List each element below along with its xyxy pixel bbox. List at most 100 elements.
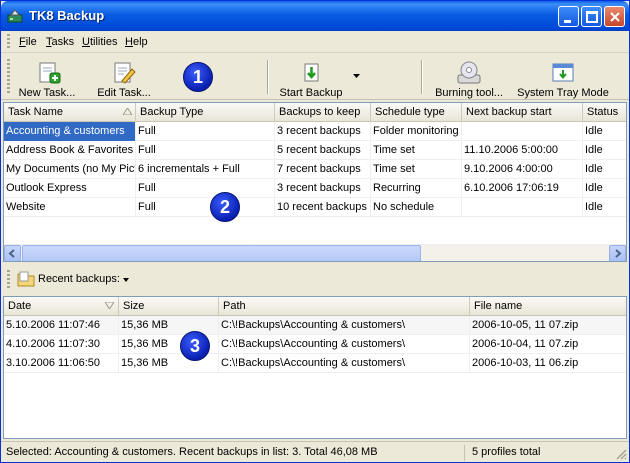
recent-bar-grip[interactable] [7, 270, 10, 290]
tasks-horizontal-scrollbar[interactable] [4, 244, 626, 261]
scroll-right-button[interactable] [609, 245, 626, 261]
menu-tasks[interactable]: Tasks [46, 36, 74, 48]
title-bar[interactable]: TK8 Backup [1, 1, 629, 31]
column-task-name[interactable]: Task Name [4, 103, 136, 122]
status-cell: Idle [583, 160, 626, 179]
chevron-down-icon [123, 278, 129, 282]
backup-type-cell: Full [136, 141, 275, 160]
start-backup-button[interactable]: Start Backup [275, 58, 347, 99]
callout-3: 3 [180, 331, 210, 361]
column-file-name[interactable]: File name [470, 297, 626, 316]
file-name-cell: 2006-10-04, 11 07.zip [470, 335, 626, 354]
folder-icon [17, 271, 35, 287]
system-tray-mode-label: System Tray Mode [517, 87, 609, 99]
task-row[interactable]: Outlook Express Full 3 recent backups Re… [4, 179, 626, 198]
task-name-cell: Accounting & customers [4, 122, 136, 141]
status-profiles-count: 5 profiles total [472, 446, 541, 458]
menu-utilities[interactable]: Utilities [82, 36, 117, 48]
recent-backup-row[interactable]: 5.10.2006 11:07:46 15,36 MB C:\!Backups\… [4, 316, 626, 335]
column-backups-to-keep[interactable]: Backups to keep [275, 103, 371, 122]
task-name-cell: Address Book & Favorites [4, 141, 136, 160]
toolbar-grip[interactable] [7, 59, 10, 95]
tasks-header: Task Name Backup Type Backups to keep Sc… [4, 103, 626, 122]
burning-tool-button[interactable]: Burning tool... [431, 58, 507, 99]
menu-file[interactable]: File [19, 36, 37, 48]
toolbar: New Task... Edit Task... 1 Start Backup [1, 54, 629, 100]
edit-task-icon [114, 62, 136, 84]
backup-type-cell: Full [136, 198, 275, 217]
column-size[interactable]: Size [119, 297, 219, 316]
path-cell: C:\!Backups\Accounting & customers\ [219, 354, 470, 373]
minimize-button[interactable] [558, 6, 579, 27]
status-cell: Idle [583, 141, 626, 160]
system-tray-mode-button[interactable]: System Tray Mode [517, 58, 609, 99]
task-name-cell: My Documents (no My Pictures) [4, 160, 136, 179]
menu-help[interactable]: Help [125, 36, 148, 48]
burning-tool-label: Burning tool... [435, 87, 503, 99]
recent-backups-bar: Recent backups: [1, 264, 629, 296]
start-backup-dropdown-arrow-icon[interactable] [353, 74, 360, 78]
sort-descending-icon [105, 302, 114, 309]
minimize-icon [564, 20, 571, 23]
column-schedule-type[interactable]: Schedule type [371, 103, 462, 122]
date-cell: 3.10.2006 11:06:50 [4, 354, 119, 373]
backups-to-keep-cell: 5 recent backups [275, 141, 371, 160]
task-row[interactable]: Address Book & Favorites Full 5 recent b… [4, 141, 626, 160]
next-backup-start-cell: 6.10.2006 17:06:19 [462, 179, 583, 198]
recent-backup-row[interactable]: 4.10.2006 11:07:30 15,36 MB C:\!Backups\… [4, 335, 626, 354]
toolbar-separator [421, 60, 422, 94]
status-bar: Selected: Accounting & customers. Recent… [1, 441, 629, 462]
backups-to-keep-cell: 7 recent backups [275, 160, 371, 179]
date-cell: 4.10.2006 11:07:30 [4, 335, 119, 354]
task-row[interactable]: My Documents (no My Pictures) 6 incremen… [4, 160, 626, 179]
close-icon [610, 12, 620, 22]
recent-backup-row[interactable]: 3.10.2006 11:06:50 15,36 MB C:\!Backups\… [4, 354, 626, 373]
backups-to-keep-cell: 3 recent backups [275, 179, 371, 198]
date-cell: 5.10.2006 11:07:46 [4, 316, 119, 335]
tray-icon [552, 63, 574, 82]
schedule-type-cell: Time set [371, 160, 462, 179]
column-date[interactable]: Date [4, 297, 119, 316]
maximize-button[interactable] [581, 6, 602, 27]
scroll-thumb[interactable] [22, 245, 421, 261]
backups-to-keep-cell: 3 recent backups [275, 122, 371, 141]
scroll-left-button[interactable] [4, 245, 21, 261]
column-path[interactable]: Path [219, 297, 470, 316]
cd-icon [457, 61, 481, 84]
new-task-button[interactable]: New Task... [17, 58, 77, 99]
callout-2: 2 [210, 192, 240, 222]
app-icon [7, 9, 23, 23]
task-row[interactable]: Website Full 10 recent backups No schedu… [4, 198, 626, 217]
start-backup-label: Start Backup [279, 87, 343, 99]
backups-to-keep-cell: 10 recent backups [275, 198, 371, 217]
schedule-type-cell: Recurring [371, 179, 462, 198]
task-name-cell: Website [4, 198, 136, 217]
column-backup-type[interactable]: Backup Type [136, 103, 275, 122]
next-backup-start-cell [462, 122, 583, 141]
window-title: TK8 Backup [29, 8, 105, 23]
edit-task-button[interactable]: Edit Task... [93, 58, 155, 99]
path-cell: C:\!Backups\Accounting & customers\ [219, 335, 470, 354]
start-backup-icon [304, 63, 319, 82]
task-row[interactable]: Accounting & customers Full 3 recent bac… [4, 122, 626, 141]
column-next-backup-start[interactable]: Next backup start [462, 103, 583, 122]
backup-type-cell: 6 incrementals + Full [136, 160, 275, 179]
resize-grip-icon[interactable] [615, 448, 627, 460]
close-button[interactable] [604, 6, 625, 27]
path-cell: C:\!Backups\Accounting & customers\ [219, 316, 470, 335]
menu-grip[interactable] [7, 34, 10, 50]
status-cell: Idle [583, 198, 626, 217]
schedule-type-cell: Time set [371, 141, 462, 160]
backup-type-cell: Full [136, 122, 275, 141]
backup-type-cell: Full [136, 179, 275, 198]
sort-ascending-icon [123, 108, 132, 115]
arrow-right-icon [615, 249, 622, 258]
task-name-cell: Outlook Express [4, 179, 136, 198]
next-backup-start-cell: 11.10.2006 5:00:00 [462, 141, 583, 160]
recent-backups-table: Date Size Path File name 5.10.2006 11:07… [3, 296, 627, 439]
menu-bar: File Tasks Utilities Help [1, 31, 629, 53]
app-window: TK8 Backup File Tasks Utilities Help New [0, 0, 630, 463]
column-status[interactable]: Status [583, 103, 626, 122]
recent-backups-label: Recent backups: [38, 273, 120, 285]
file-name-cell: 2006-10-03, 11 06.zip [470, 354, 626, 373]
